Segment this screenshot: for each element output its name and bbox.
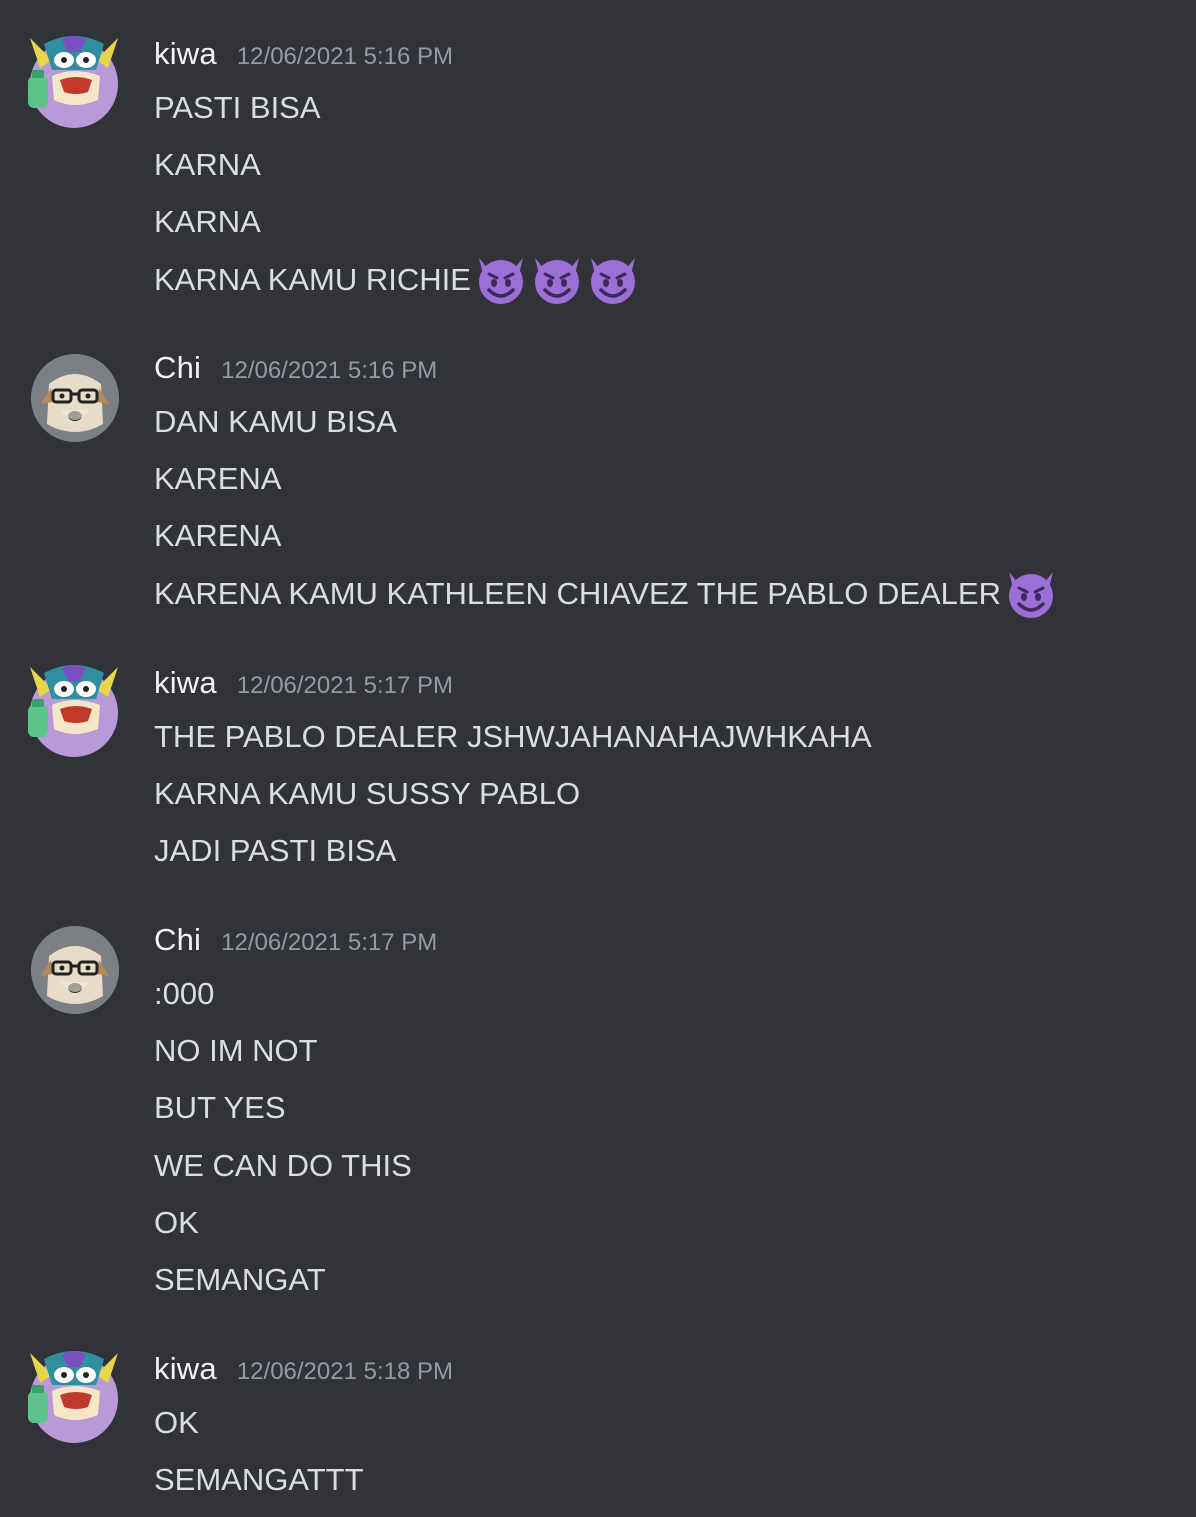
message-header: kiwa 12/06/2021 5:16 PM	[154, 36, 453, 76]
message-content: KARNA	[154, 204, 261, 240]
message-text: KARENA	[154, 459, 281, 499]
message-content: KARENA KAMU KATHLEEN CHIAVEZ THE PABLO D…	[154, 575, 1001, 611]
message-content: SEMANGATTT	[154, 1462, 364, 1498]
smiling-imp-emoji[interactable]	[531, 254, 583, 306]
timestamp: 12/06/2021 5:17 PM	[236, 672, 453, 699]
message-content: KARENA	[154, 461, 282, 497]
timestamp: 12/06/2021 5:16 PM	[221, 357, 438, 384]
message-text: SEMANGATTT	[154, 1460, 364, 1500]
message-text: BUT YES	[154, 1088, 286, 1128]
message-content: KARENA	[154, 518, 282, 554]
message-content: WE CAN DO THIS	[154, 1147, 412, 1183]
message-group: Chi 12/06/2021 5:17 PM:000 NO IM NOT BUT YE…	[0, 922, 1196, 1317]
username[interactable]: kiwa	[154, 665, 217, 701]
message-content: NO IM NOT	[154, 1033, 318, 1069]
message-content: OK	[154, 1204, 199, 1240]
message-text: KARENA KAMU KATHLEEN CHIAVEZ THE PABLO D…	[154, 571, 1057, 618]
message-content: BUT YES	[154, 1090, 286, 1126]
message-text: OK	[154, 1203, 199, 1243]
owl-avatar[interactable]	[22, 30, 118, 128]
message-text: THE PABLO DEALER JSHWJAHANAHAJWHKAHA	[154, 717, 872, 757]
message-group: kiwa 12/06/2021 5:18 PM OK SEMANGATTT	[0, 1351, 1196, 1517]
message-group: kiwa 12/06/2021 5:17 PM THE PABLO DEALER J…	[0, 665, 1196, 889]
chat-message-list: kiwa 12/06/2021 5:16 PM PASTI BISA KARNA KAR…	[0, 0, 1196, 1510]
message-content: THE PABLO DEALER JSHWJAHANAHAJWHKAHA	[154, 719, 872, 754]
smiling-imp-emoji[interactable]	[1005, 568, 1057, 620]
dog-with-glasses-avatar[interactable]	[31, 926, 119, 1014]
message-text: DAN KAMU BISA	[154, 402, 397, 442]
message-content: PASTI BISA	[154, 90, 321, 125]
message-content: KARNA KAMU RICHIE	[154, 261, 471, 297]
message-text: KARNA KAMU SUSSY PABLO	[154, 774, 580, 814]
timestamp: 12/06/2021 5:18 PM	[236, 1358, 453, 1385]
username[interactable]: Chi	[154, 922, 201, 958]
timestamp: 12/06/2021 5:17 PM	[221, 929, 438, 956]
username[interactable]: Chi	[154, 350, 201, 386]
username[interactable]: kiwa	[154, 36, 217, 72]
owl-avatar[interactable]	[22, 1345, 118, 1443]
message-text: JADI PASTI BISA	[154, 831, 396, 871]
message-header: Chi 12/06/2021 5:17 PM	[154, 922, 437, 962]
message-content: OK	[154, 1405, 199, 1440]
smiling-imp-emoji[interactable]	[587, 254, 639, 306]
message-header: kiwa 12/06/2021 5:18 PM	[154, 1351, 453, 1391]
message-content: :000	[154, 976, 215, 1011]
message-text: :000	[154, 974, 214, 1014]
message-content: KARNA	[154, 147, 261, 183]
smiling-imp-emoji[interactable]	[475, 254, 527, 306]
message-content: KARNA KAMU SUSSY PABLO	[154, 776, 581, 812]
owl-avatar[interactable]	[22, 659, 118, 757]
dog-with-glasses-avatar[interactable]	[31, 354, 119, 442]
message-content: SEMANGAT	[154, 1262, 326, 1297]
message-text: KARNA KAMU RICHIE	[154, 257, 639, 304]
message-content: JADI PASTI BISA	[154, 833, 397, 869]
message-text: PASTI BISA	[154, 88, 321, 128]
message-text: WE CAN DO THIS	[154, 1146, 412, 1186]
message-text: SEMANGAT	[154, 1260, 326, 1300]
timestamp: 12/06/2021 5:16 PM	[236, 43, 453, 70]
message-text: KARNA	[154, 145, 261, 185]
message-text: OK	[154, 1403, 199, 1443]
message-text: KARNA	[154, 202, 261, 242]
message-content: DAN KAMU BISA	[154, 404, 397, 439]
username[interactable]: kiwa	[154, 1351, 217, 1387]
message-text: KARENA	[154, 516, 281, 556]
message-group: Chi 12/06/2021 5:16 PM DAN KAMU BISA KARENA…	[0, 350, 1196, 631]
message-text: NO IM NOT	[154, 1031, 318, 1071]
message-group: kiwa 12/06/2021 5:16 PM PASTI BISA KARNA KAR…	[0, 36, 1196, 317]
message-header: Chi 12/06/2021 5:16 PM	[154, 350, 437, 390]
message-header: kiwa 12/06/2021 5:17 PM	[154, 665, 453, 705]
